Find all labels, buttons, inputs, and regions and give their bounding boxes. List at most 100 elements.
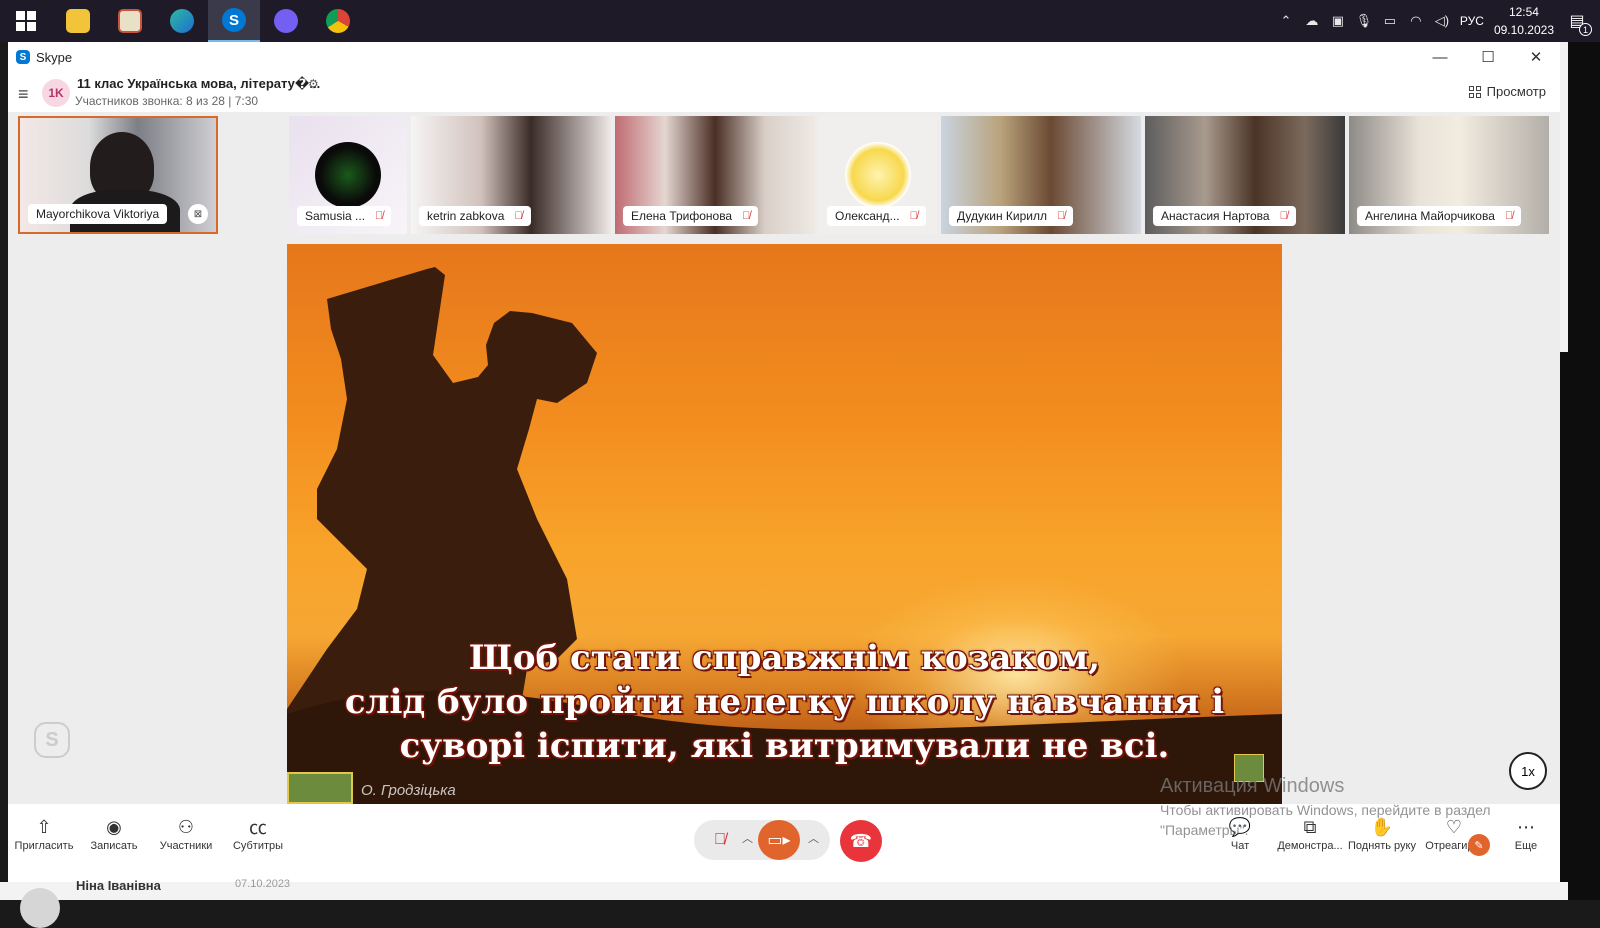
volume-icon[interactable]: ◁): [1434, 13, 1450, 28]
participant-tile[interactable]: Дудукин Кирилл 🎙̸: [941, 116, 1141, 234]
participant-tile[interactable]: ketrin zabkova 🎙̸: [411, 116, 611, 234]
participant-tile[interactable]: Ангелина Майорчикова 🎙̸: [1349, 116, 1549, 234]
system-tray: ⌃ ☁ ▣ 🎙 ▭ ◠ ◁) РУС 12:54 09.10.2023 ▤ 1: [1278, 0, 1600, 42]
window-titlebar: S Skype — ☐ ✕: [8, 42, 1560, 72]
taskbar-file-explorer[interactable]: [52, 0, 104, 42]
taskbar-app-2[interactable]: [104, 0, 156, 42]
skype-window: S Skype — ☐ ✕ ≡ 1K 11 клас Українська мо…: [8, 42, 1560, 882]
camera-icon[interactable]: ▣: [1330, 13, 1346, 28]
participants-button[interactable]: ⚇ Участники: [150, 814, 222, 853]
under-contact-name: Ніна Іванівна: [76, 878, 161, 893]
record-button[interactable]: ◉ Записать: [78, 814, 150, 853]
muted-mic-icon: 🎙̸: [1279, 210, 1288, 222]
clock-time: 12:54: [1508, 5, 1539, 19]
edge-icon: [170, 9, 194, 33]
underlying-window-strip: Ніна Іванівна 07.10.2023: [0, 878, 1568, 928]
taskbar-skype[interactable]: S: [208, 0, 260, 42]
closed-captions-icon: ㏄: [249, 818, 267, 838]
participant-name-tag: Ангелина Майорчикова 🎙̸: [1357, 206, 1522, 226]
avatar: [315, 142, 381, 208]
participant-name: Елена Трифонова: [631, 209, 733, 223]
clock[interactable]: 12:54 09.10.2023: [1494, 3, 1554, 39]
mute-microphone-button[interactable]: 🎙̸: [704, 824, 736, 856]
battery-icon[interactable]: ▭: [1382, 13, 1398, 28]
muted-mic-icon: 🎙̸: [514, 210, 523, 222]
participant-name: Mayorchikova Viktoriya: [36, 207, 160, 221]
chrome-icon: [326, 9, 350, 33]
channel-logo: [287, 772, 353, 804]
camera-options-chevron-icon[interactable]: ︿: [808, 830, 819, 846]
windows-activation-watermark: Активация Windows Чтобы активировать Win…: [1160, 775, 1491, 840]
microphone-icon[interactable]: 🎙: [1356, 13, 1373, 28]
participant-tile[interactable]: Олександ... 🎙̸: [819, 116, 937, 234]
cloud-icon[interactable]: ☁: [1304, 13, 1320, 28]
participant-name: Samusia ...: [305, 209, 366, 223]
taskbar-edge[interactable]: [156, 0, 208, 42]
taskbar-chrome[interactable]: [312, 0, 364, 42]
participant-name: ketrin zabkova: [427, 209, 505, 223]
muted-mic-icon: 🎙̸: [909, 210, 918, 222]
notification-count: 1: [1579, 23, 1592, 36]
avatar: [845, 142, 911, 208]
start-button[interactable]: [0, 0, 52, 42]
end-call-button[interactable]: ☎: [840, 820, 882, 862]
notification-center-button[interactable]: ▤ 1: [1564, 8, 1592, 36]
shared-screen-video[interactable]: Щоб стати справжнім козаком, слід було п…: [287, 244, 1282, 804]
video-subtitle-line-3: суворі іспити, які витримували не всі.: [399, 726, 1170, 766]
muted-mic-icon: 🎙̸: [742, 210, 751, 222]
muted-mic-icon: 🎙̸: [1056, 210, 1066, 222]
people-icon: ⚇: [177, 816, 195, 837]
share-screen-label: Демонстра...: [1277, 840, 1343, 852]
camera-toggle-button[interactable]: ▭▸: [758, 820, 800, 860]
chat-label: Чат: [1230, 840, 1250, 852]
wifi-icon[interactable]: ◠: [1408, 13, 1424, 28]
camera-toggle-icon[interactable]: ⊠: [188, 204, 208, 224]
hamburger-menu-icon[interactable]: ≡: [18, 84, 29, 105]
raise-hand-label: Поднять руку: [1348, 840, 1416, 852]
participant-tile-self[interactable]: Mayorchikova Viktoriya ⊠: [18, 116, 218, 234]
call-title[interactable]: 11 клас Українська мова, літерату�...: [77, 76, 320, 92]
video-credit: О. Гродзіцька: [361, 782, 456, 799]
record-icon: ◉: [106, 816, 122, 837]
participant-name: Дудукин Кирилл: [957, 209, 1047, 223]
subtitles-label: Субтитры: [232, 840, 284, 852]
folder-icon: [66, 9, 90, 33]
more-button[interactable]: ⋯ Еще: [1490, 814, 1562, 853]
activation-title: Активация Windows: [1160, 775, 1345, 797]
under-avatar: [20, 888, 60, 928]
subtitles-button[interactable]: ㏄ Субтитры: [222, 814, 294, 852]
app-icon: [118, 9, 142, 33]
activation-line-2: "Параметры".: [1160, 822, 1249, 838]
participant-name: Ангелина Майорчикова: [1365, 209, 1495, 223]
playback-speed-button[interactable]: 1x: [1509, 752, 1547, 790]
record-label: Записать: [90, 840, 138, 852]
participant-tile[interactable]: Samusia ... 🎙̸: [289, 116, 407, 234]
window-controls: — ☐ ✕: [1416, 42, 1560, 72]
microphone-muted-icon: 🎙̸: [714, 831, 726, 848]
skype-icon: S: [222, 8, 246, 32]
participant-tile[interactable]: Анастасия Нартова 🎙̸: [1145, 116, 1345, 234]
taskbar: S ⌃ ☁ ▣ 🎙 ▭ ◠ ◁) РУС 12:54 09.10.2023 ▤ …: [0, 0, 1600, 42]
more-label: Еще: [1514, 840, 1538, 852]
group-avatar[interactable]: 1K: [42, 79, 70, 107]
windows-icon: [16, 11, 36, 31]
muted-mic-icon: 🎙̸: [375, 210, 384, 222]
muted-mic-icon: 🎙̸: [1504, 210, 1514, 222]
taskbar-viber[interactable]: [260, 0, 312, 42]
invite-button[interactable]: ⇧ Пригласить: [8, 814, 80, 853]
more-dots-icon: ⋯: [1517, 816, 1535, 837]
participant-name: Олександ...: [835, 209, 900, 223]
view-button[interactable]: Просмотр: [1468, 84, 1546, 99]
close-button[interactable]: ✕: [1512, 42, 1560, 72]
mic-options-chevron-icon[interactable]: ︿: [742, 830, 753, 846]
participant-tile[interactable]: Елена Трифонова 🎙̸: [615, 116, 815, 234]
minimize-button[interactable]: —: [1416, 42, 1464, 72]
participant-name-tag: Samusia ... 🎙̸: [297, 206, 392, 226]
settings-gear-icon[interactable]: ⚙: [308, 77, 319, 91]
language-indicator[interactable]: РУС: [1460, 14, 1484, 28]
call-participant-count: Участников звонка: 8 из 28 | 7:30: [75, 94, 259, 108]
maximize-button[interactable]: ☐: [1464, 42, 1512, 72]
grid-view-icon: [1468, 85, 1481, 98]
chevron-up-icon[interactable]: ⌃: [1278, 13, 1294, 28]
skype-watermark-icon: S: [34, 722, 70, 758]
